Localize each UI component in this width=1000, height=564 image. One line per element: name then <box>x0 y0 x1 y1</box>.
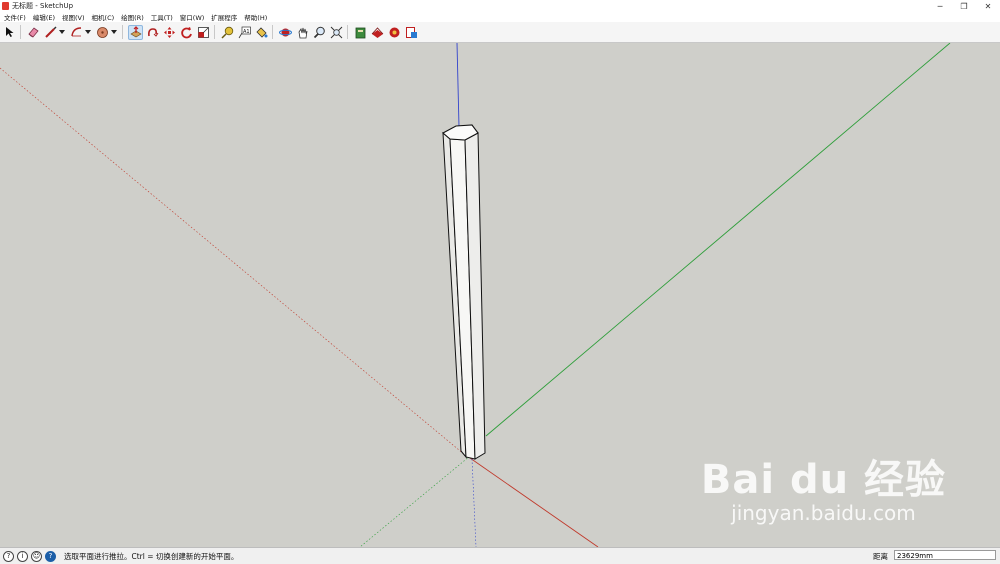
toolbar-divider <box>20 25 21 39</box>
zoom-extents-icon[interactable] <box>329 25 344 40</box>
credits-icon[interactable]: i <box>17 550 28 562</box>
drawing-viewport[interactable]: Bai du 经验 jingyan.baidu.com <box>0 43 1000 547</box>
menu-edit[interactable]: 编辑(E) <box>33 12 55 22</box>
blue-axis-negative <box>471 458 477 547</box>
shape-icon[interactable] <box>95 25 110 40</box>
shape-dropdown-icon[interactable] <box>111 30 117 34</box>
arc-dropdown-icon[interactable] <box>85 30 91 34</box>
extension-warehouse-icon[interactable] <box>370 25 385 40</box>
svg-text:A1: A1 <box>243 29 250 35</box>
select-icon[interactable] <box>2 25 17 40</box>
menu-window[interactable]: 窗口(W) <box>180 12 205 22</box>
hexagonal-column[interactable] <box>442 124 486 460</box>
minimize-button[interactable]: ─ <box>928 0 952 12</box>
restore-button[interactable]: ❐ <box>952 0 976 12</box>
menu-draw[interactable]: 绘图(R) <box>121 12 144 22</box>
scale-icon[interactable] <box>196 25 211 40</box>
zoom-icon[interactable] <box>312 25 327 40</box>
menu-camera[interactable]: 相机(C) <box>92 12 115 22</box>
menu-extensions[interactable]: 扩展程序 <box>211 12 237 22</box>
layout-icon[interactable] <box>387 25 402 40</box>
move-icon[interactable] <box>162 25 177 40</box>
menu-file[interactable]: 文件(F) <box>4 12 26 22</box>
eraser-icon[interactable] <box>26 25 41 40</box>
user-account-icon[interactable]: ☺ <box>31 550 42 562</box>
red-axis-negative <box>0 67 466 456</box>
status-message: 选取平面进行推拉。Ctrl = 切换创建新的开始平面。 <box>64 551 239 561</box>
blue-axis-positive <box>456 43 460 128</box>
window-title: 无标题 - SketchUp <box>12 2 74 10</box>
orbit-icon[interactable] <box>278 25 293 40</box>
toolbar-divider <box>214 25 215 39</box>
toolbar-divider <box>122 25 123 39</box>
menu-help[interactable]: 帮助(H) <box>244 12 267 22</box>
push-pull-icon[interactable] <box>128 24 143 40</box>
toolbar-divider <box>272 25 273 39</box>
geolocation-icon[interactable]: ? <box>3 550 14 562</box>
measurements-input[interactable]: 23629mm <box>894 550 996 560</box>
menu-bar: 文件(F) 编辑(E) 视图(V) 相机(C) 绘图(R) 工具(T) 窗口(W… <box>0 12 1000 22</box>
red-axis-positive <box>469 457 599 547</box>
help-icon[interactable]: ? <box>45 550 56 562</box>
menu-view[interactable]: 视图(V) <box>62 12 85 22</box>
green-axis-positive <box>485 43 951 437</box>
menu-tools[interactable]: 工具(T) <box>151 12 173 22</box>
toolbar-divider <box>347 25 348 39</box>
pencil-line-icon[interactable] <box>43 25 58 40</box>
window-controls: ─ ❐ ✕ <box>928 0 1000 12</box>
measurements-label: 距离 <box>873 552 888 561</box>
status-bar: ? i ☺ ? 选取平面进行推拉。Ctrl = 切换创建新的开始平面。 距离 2… <box>0 547 1000 564</box>
rotate-icon[interactable] <box>179 25 194 40</box>
main-toolbar: A1 <box>0 22 1000 43</box>
line-dropdown-icon[interactable] <box>59 30 65 34</box>
title-bar: 无标题 - SketchUp ─ ❐ ✕ <box>0 0 1000 12</box>
arc-icon[interactable] <box>69 25 84 40</box>
warehouse-icon[interactable] <box>353 25 368 40</box>
styles-icon[interactable] <box>404 25 419 40</box>
follow-me-icon[interactable] <box>145 25 160 40</box>
sketchup-logo-icon <box>2 2 9 10</box>
text-icon[interactable]: A1 <box>237 25 252 40</box>
close-button[interactable]: ✕ <box>976 0 1000 12</box>
green-axis-negative <box>359 455 471 547</box>
tape-measure-icon[interactable] <box>220 25 235 40</box>
pan-icon[interactable] <box>295 25 310 40</box>
paint-bucket-icon[interactable] <box>254 25 269 40</box>
model-canvas[interactable] <box>0 43 1000 547</box>
